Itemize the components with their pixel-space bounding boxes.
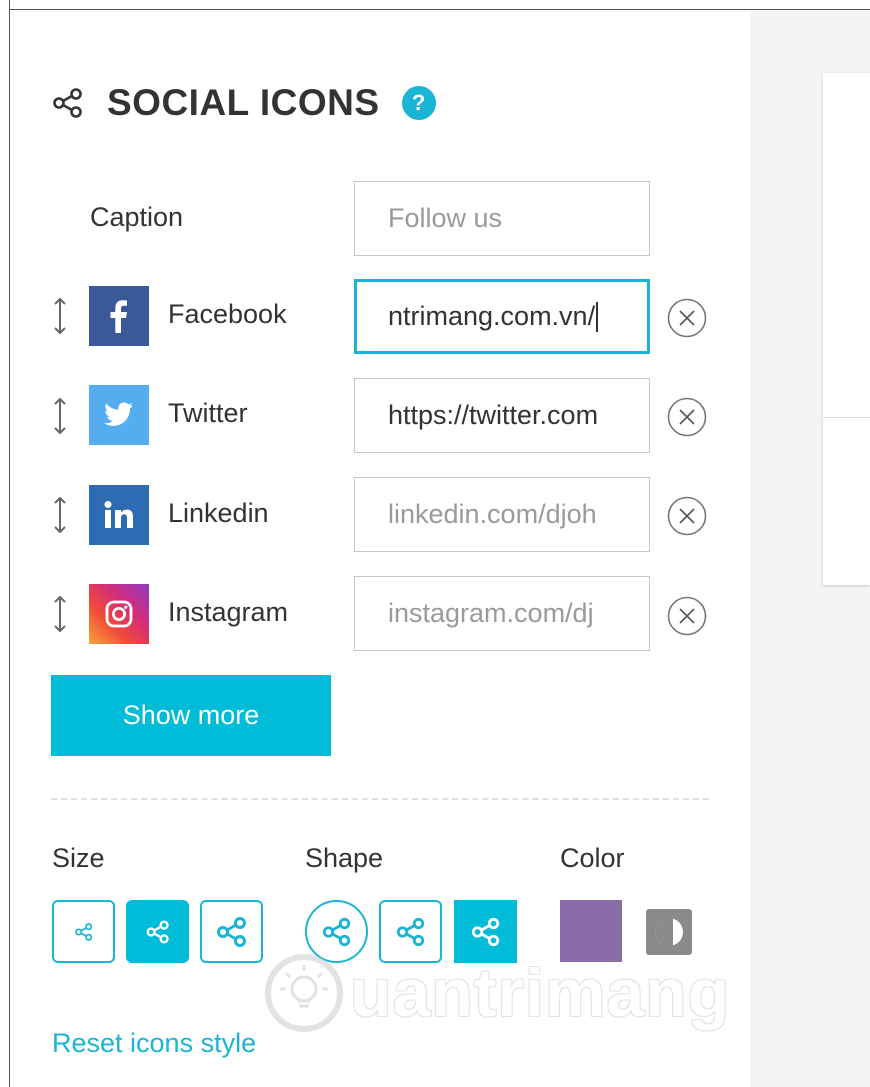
- watermark-text: uantrimang: [350, 955, 731, 1031]
- facebook-url-value: ntrimang.com.vn/: [388, 301, 596, 331]
- color-label: Color: [560, 843, 625, 873]
- drag-handle-icon[interactable]: [47, 497, 73, 533]
- window-frame-top: [0, 0, 870, 10]
- facebook-url-input[interactable]: ntrimang.com.vn/: [354, 279, 650, 354]
- remove-instagram-icon[interactable]: [667, 596, 707, 636]
- size-medium-button[interactable]: [126, 900, 189, 963]
- instagram-url-input[interactable]: instagram.com/dj: [354, 576, 650, 651]
- text-cursor: [596, 301, 599, 332]
- linkedin-url-placeholder: linkedin.com/djoh: [388, 499, 597, 529]
- reset-icons-style-link[interactable]: Reset icons style: [52, 1028, 256, 1059]
- preview-card: [823, 73, 870, 585]
- caption-placeholder: Follow us: [388, 203, 503, 233]
- watermark-logo-icon: [265, 954, 343, 1032]
- twitter-url-value: https://twitter.com: [388, 400, 599, 430]
- share-icon: [146, 920, 169, 943]
- linkedin-url-input[interactable]: linkedin.com/djoh: [354, 477, 650, 552]
- page-title: SOCIAL ICONS: [107, 82, 380, 123]
- network-label-linkedin: Linkedin: [168, 498, 269, 528]
- watermark: uantrimang: [262, 948, 730, 1038]
- instagram-icon: [89, 584, 149, 644]
- size-small-button[interactable]: [52, 900, 115, 963]
- drag-handle-icon[interactable]: [47, 298, 73, 334]
- share-icon: [322, 917, 350, 946]
- help-icon[interactable]: ?: [401, 86, 436, 120]
- remove-linkedin-icon[interactable]: [667, 496, 707, 536]
- network-label-twitter: Twitter: [168, 398, 248, 428]
- drag-handle-icon[interactable]: [47, 596, 73, 632]
- caption-input[interactable]: Follow us: [354, 181, 650, 256]
- drag-handle-icon[interactable]: [47, 398, 73, 434]
- share-icon: [53, 88, 82, 118]
- share-icon: [396, 917, 424, 946]
- show-more-button[interactable]: Show more: [51, 675, 331, 756]
- size-label: Size: [52, 843, 105, 873]
- section-header: SOCIAL ICONS ?: [51, 80, 436, 126]
- caption-label: Caption: [90, 202, 184, 232]
- share-icon: [471, 917, 499, 946]
- preview-divider: [823, 417, 870, 418]
- shape-label: Shape: [305, 843, 384, 873]
- remove-twitter-icon[interactable]: [667, 397, 707, 437]
- network-label-facebook: Facebook: [168, 299, 287, 329]
- instagram-url-placeholder: instagram.com/dj: [388, 598, 594, 628]
- window-frame-left: [0, 0, 10, 1087]
- share-icon: [216, 916, 246, 947]
- section-divider: [51, 798, 709, 800]
- linkedin-icon: [89, 485, 149, 545]
- size-large-button[interactable]: [200, 900, 263, 963]
- twitter-url-input[interactable]: https://twitter.com: [354, 378, 650, 453]
- twitter-icon: [89, 385, 149, 445]
- facebook-icon: [89, 286, 149, 346]
- remove-facebook-icon[interactable]: [667, 298, 707, 338]
- network-label-instagram: Instagram: [168, 597, 289, 627]
- share-icon: [74, 922, 92, 941]
